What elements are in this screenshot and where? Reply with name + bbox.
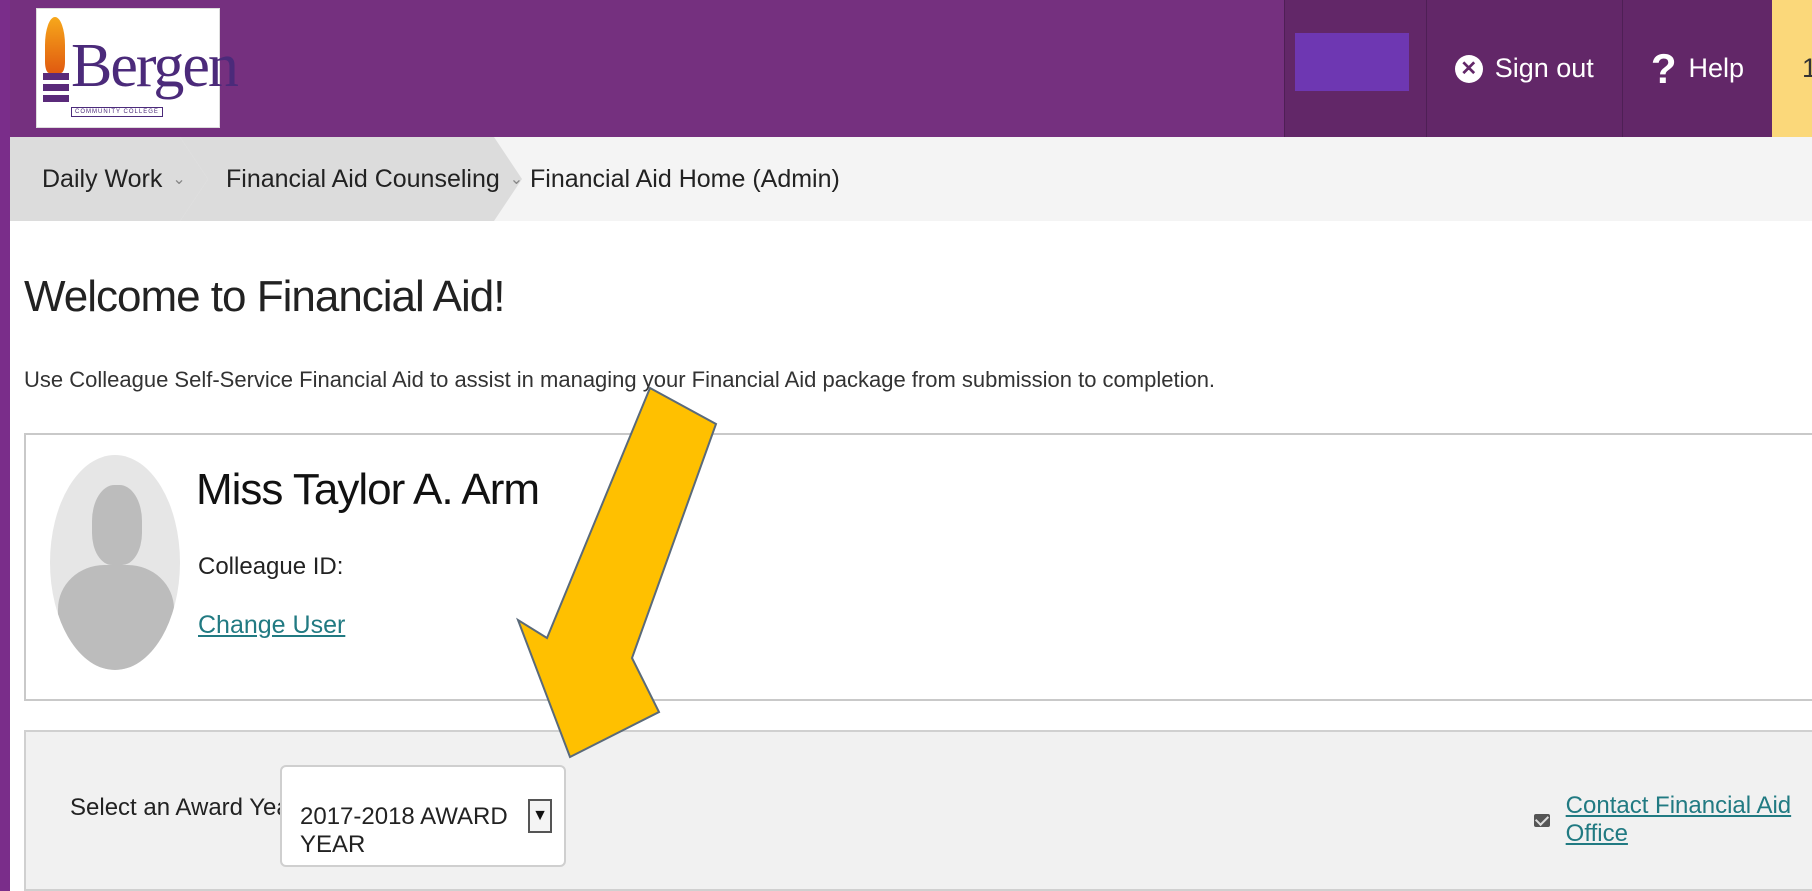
top-header: Bergen COMMUNITY COLLEGE ✕ Sign out ? He… bbox=[10, 0, 1812, 137]
logo-wordmark: Bergen bbox=[71, 32, 239, 100]
chevron-down-icon: ⌄ bbox=[172, 171, 186, 188]
header-actions: ✕ Sign out ? Help 12 bbox=[1283, 0, 1812, 137]
envelope-icon bbox=[1534, 813, 1550, 827]
help-label: Help bbox=[1688, 53, 1744, 83]
logo-subtext: COMMUNITY COLLEGE bbox=[71, 107, 163, 117]
award-year-select[interactable]: 2017-2018 AWARD YEAR ▼ bbox=[280, 765, 566, 867]
breadcrumb-item-current: Financial Aid Home (Admin) bbox=[530, 137, 840, 221]
award-year-bar: Select an Award Year: 2017-2018 AWARD YE… bbox=[24, 730, 1812, 891]
breadcrumb-item-daily-work[interactable]: Daily Work ⌄ bbox=[42, 137, 186, 221]
avatar-shoulders-shape bbox=[58, 565, 174, 670]
sign-out-button[interactable]: ✕ Sign out bbox=[1425, 0, 1622, 137]
page-title: Welcome to Financial Aid! bbox=[24, 272, 505, 321]
avatar bbox=[50, 455, 180, 670]
contact-financial-aid-link[interactable]: Contact Financial Aid Office bbox=[1534, 792, 1812, 848]
breadcrumb-label: Financial Aid Counseling bbox=[226, 164, 500, 193]
notifications-button[interactable]: 12 bbox=[1772, 0, 1812, 137]
help-button[interactable]: ? Help bbox=[1621, 0, 1772, 137]
avatar-head-shape bbox=[92, 485, 142, 565]
chevron-down-icon: ⌄ bbox=[509, 171, 524, 188]
breadcrumb-label: Financial Aid Home (Admin) bbox=[530, 164, 840, 193]
award-year-label: Select an Award Year: bbox=[70, 794, 305, 821]
question-mark-icon: ? bbox=[1650, 44, 1677, 92]
sign-out-label: Sign out bbox=[1494, 53, 1594, 83]
college-logo[interactable]: Bergen COMMUNITY COLLEGE bbox=[36, 8, 239, 128]
user-name: Miss Taylor A. Arm bbox=[196, 465, 540, 514]
redaction-box bbox=[1294, 32, 1409, 91]
redacted-user-menu[interactable] bbox=[1283, 0, 1426, 137]
page-description: Use Colleague Self-Service Financial Aid… bbox=[24, 367, 1216, 392]
notification-count: 12 bbox=[1802, 53, 1812, 83]
page-frame: Bergen COMMUNITY COLLEGE ✕ Sign out ? He… bbox=[10, 0, 1812, 891]
user-card: Miss Taylor A. Arm Colleague ID: Change … bbox=[24, 433, 1812, 701]
change-user-link[interactable]: Change User bbox=[198, 611, 345, 640]
contact-label: Contact Financial Aid Office bbox=[1565, 792, 1792, 847]
breadcrumb: Daily Work ⌄ Financial Aid Counseling ⌄ … bbox=[10, 137, 1812, 221]
torch-flame-icon bbox=[45, 17, 65, 73]
logo-bars-icon bbox=[43, 73, 69, 106]
colleague-id-label: Colleague ID: bbox=[198, 553, 344, 580]
award-year-value: 2017-2018 AWARD YEAR bbox=[300, 803, 508, 858]
close-circle-icon: ✕ bbox=[1454, 54, 1483, 83]
breadcrumb-label: Daily Work bbox=[42, 164, 163, 193]
chevron-down-icon[interactable]: ▼ bbox=[528, 799, 552, 833]
breadcrumb-item-financial-aid-counseling[interactable]: Financial Aid Counseling ⌄ bbox=[226, 137, 523, 221]
